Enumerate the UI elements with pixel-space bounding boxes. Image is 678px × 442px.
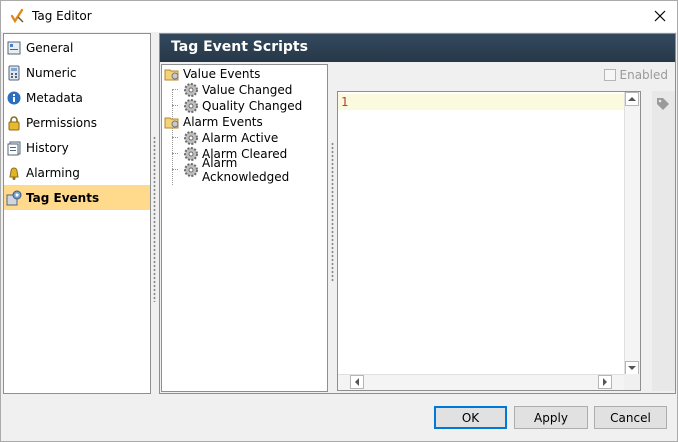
arrow-down-icon	[628, 366, 636, 370]
tree-splitter[interactable]	[331, 142, 334, 282]
nav-item-metadata[interactable]: Metadata	[4, 85, 150, 110]
nav-item-alarming[interactable]: Alarming	[4, 160, 150, 185]
nav-label: Permissions	[26, 115, 97, 130]
nav-label: General	[26, 40, 74, 55]
nav-item-permissions[interactable]: Permissions	[4, 110, 150, 135]
general-icon	[7, 41, 21, 54]
gear-icon	[184, 163, 198, 177]
tree-group-label: Value Events	[183, 67, 261, 81]
current-line-highlight: 1	[338, 94, 626, 110]
close-icon	[654, 10, 666, 22]
nav-label: Alarming	[26, 165, 80, 180]
tree-item-label: Value Changed	[202, 83, 293, 97]
tree-group-alarm-events[interactable]: Alarm Events	[164, 114, 263, 130]
category-nav: General Numeric Metadata Permissions His…	[3, 33, 151, 394]
tree-item-quality-changed[interactable]: Quality Changed	[183, 98, 302, 114]
ok-button[interactable]: OK	[434, 406, 507, 429]
script-editor[interactable]: 1	[337, 91, 641, 391]
metadata-icon	[7, 91, 21, 104]
tree-item-value-changed[interactable]: Value Changed	[183, 82, 292, 98]
tree-item-alarm-acknowledged[interactable]: Alarm Acknowledged	[183, 156, 327, 184]
scroll-down-button[interactable]	[625, 361, 639, 375]
tag-events-icon	[6, 190, 22, 205]
tree-connector	[172, 153, 178, 154]
tree-group-value-events[interactable]: Value Events	[164, 66, 260, 82]
numeric-icon	[8, 65, 20, 80]
window-title: Tag Editor	[32, 9, 92, 23]
folder-icon	[164, 69, 179, 81]
tree-connector	[172, 169, 178, 170]
side-toolbar	[652, 91, 675, 391]
nav-item-tag-events[interactable]: Tag Events	[4, 185, 150, 210]
tree-item-label: Alarm Acknowledged	[202, 156, 290, 184]
nav-item-history[interactable]: History	[4, 135, 150, 160]
scroll-up-button[interactable]	[625, 92, 639, 106]
gear-icon	[184, 83, 198, 97]
panel-title: Tag Event Scripts	[160, 34, 675, 62]
tree-item-label: Alarm Active	[202, 131, 279, 145]
tree-connector	[172, 105, 178, 106]
folder-icon	[164, 117, 179, 129]
nav-splitter[interactable]	[153, 136, 156, 302]
line-number: 1	[341, 95, 349, 109]
nav-item-general[interactable]: General	[4, 35, 150, 60]
nav-label: Tag Events	[26, 190, 100, 205]
arrow-up-icon	[628, 97, 636, 101]
close-button[interactable]	[643, 1, 677, 31]
title-bar[interactable]: Tag Editor	[1, 1, 677, 32]
tree-connector	[172, 89, 178, 90]
cancel-button[interactable]: Cancel	[594, 406, 667, 429]
enabled-checkbox-box[interactable]	[603, 69, 616, 81]
scroll-corner	[624, 374, 640, 390]
arrow-right-icon	[603, 378, 607, 386]
gear-icon	[184, 99, 198, 113]
enabled-checkbox[interactable]: Enabled	[603, 68, 669, 82]
arrow-left-icon	[355, 378, 359, 386]
event-tree: Value Events Value Changed Quality Chang…	[161, 64, 328, 392]
tag-icon[interactable]	[656, 97, 670, 111]
vertical-scrollbar[interactable]	[624, 92, 640, 375]
apply-button[interactable]: Apply	[514, 406, 588, 429]
scroll-right-button[interactable]	[598, 375, 612, 389]
bell-icon	[9, 167, 19, 180]
history-icon	[7, 141, 21, 155]
scroll-left-button[interactable]	[350, 375, 364, 389]
gear-icon	[184, 147, 198, 161]
nav-item-numeric[interactable]: Numeric	[4, 60, 150, 85]
tag-editor-icon	[10, 8, 24, 24]
tag-event-scripts-panel: Tag Event Scripts Value Events Value Cha…	[159, 33, 676, 394]
nav-label: Numeric	[26, 65, 77, 80]
tree-connector	[172, 137, 173, 185]
lock-icon	[8, 115, 20, 130]
nav-label: Metadata	[26, 90, 83, 105]
tag-editor-window: Tag Editor General Numeric Metadata Perm…	[0, 0, 678, 442]
tree-item-alarm-active[interactable]: Alarm Active	[183, 130, 278, 146]
enabled-label: Enabled	[619, 68, 669, 82]
tree-item-label: Quality Changed	[202, 99, 303, 113]
tree-connector	[172, 137, 178, 138]
gear-icon	[184, 131, 198, 145]
horizontal-scrollbar[interactable]	[338, 374, 624, 390]
tree-group-label: Alarm Events	[183, 115, 263, 129]
nav-label: History	[26, 140, 69, 155]
